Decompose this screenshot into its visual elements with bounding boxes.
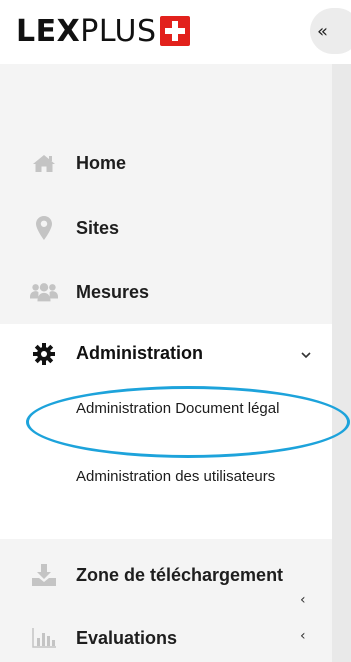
header: LEX PLUS « (0, 0, 351, 64)
sidebar-right-gutter (332, 64, 351, 662)
sidebar-item-label: Mesures (76, 281, 150, 302)
download-icon (30, 563, 58, 587)
sidebar-item-mesures[interactable]: Mesures (0, 262, 332, 322)
submenu-item-administration-utilisateurs[interactable]: Administration des utilisateurs (76, 465, 316, 489)
lexplus-logo[interactable]: LEX PLUS (16, 13, 190, 49)
chevron-left-icon[interactable]: ‹ (300, 592, 306, 608)
double-chevron-left-icon: « (317, 20, 329, 42)
map-marker-icon (30, 216, 58, 240)
chevron-down-icon[interactable] (300, 348, 312, 360)
administration-label[interactable]: Administration (76, 343, 203, 364)
home-icon (30, 151, 58, 175)
sidebar-item-administration: Administration Administration Document l… (0, 324, 332, 539)
collapse-sidebar-button[interactable]: « (310, 8, 351, 54)
sidebar-item-evaluations[interactable]: Evaluations (0, 608, 332, 662)
sidebar-item-home[interactable]: Home (0, 133, 332, 193)
users-icon (30, 280, 58, 304)
sidebar-item-sites[interactable]: Sites (0, 198, 332, 258)
sidebar-item-label: Sites (76, 217, 120, 238)
gear-icon (30, 342, 58, 366)
sidebar-item-label: Evaluations (76, 627, 178, 648)
submenu-item-administration-document-legal[interactable]: Administration Document légal (76, 397, 316, 421)
chevron-left-icon[interactable]: ‹ (300, 628, 306, 644)
swiss-flag-icon (159, 16, 190, 46)
page: LEX PLUS « Home Sites Mesures Administra… (0, 0, 351, 662)
logo-text-regular: PLUS (80, 13, 157, 49)
sidebar-item-zone-de-telechargement[interactable]: Zone de téléchargement (0, 545, 332, 605)
bar-chart-icon (30, 626, 58, 650)
logo-text-bold: LEX (16, 13, 81, 49)
sidebar-item-label: Zone de téléchargement (76, 564, 284, 585)
sidebar-item-label: Home (76, 152, 127, 173)
